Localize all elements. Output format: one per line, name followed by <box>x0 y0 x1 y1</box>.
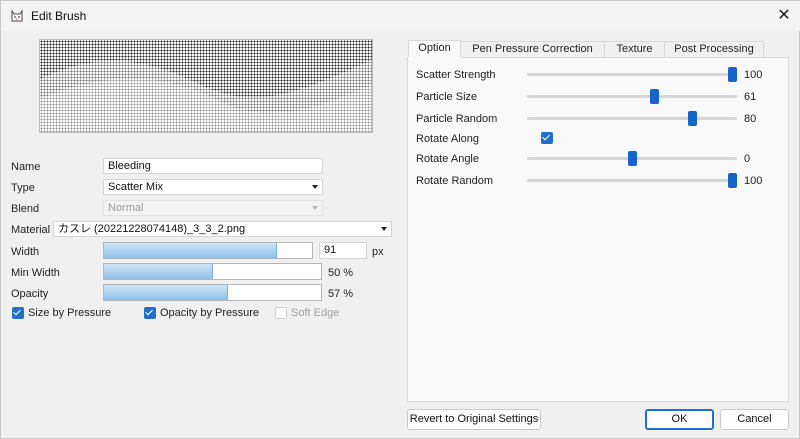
rotate-angle-value: 0 <box>744 153 751 165</box>
width-input[interactable]: 91 <box>319 242 367 259</box>
chevron-down-icon <box>381 227 387 231</box>
name-label: Name <box>11 161 41 173</box>
tab-joint <box>408 57 461 59</box>
material-label: Material <box>11 224 51 236</box>
tab-option[interactable]: Option <box>408 40 461 58</box>
chevron-down-icon <box>312 185 318 189</box>
size-by-pressure-label: Size by Pressure <box>28 307 112 319</box>
ok-button[interactable]: OK <box>645 409 714 430</box>
rotate-angle-label: Rotate Angle <box>416 153 479 165</box>
min-width-value: 50 % <box>328 267 354 279</box>
scatter-strength-track[interactable] <box>527 73 737 76</box>
particle-size-thumb[interactable] <box>649 89 659 104</box>
width-label: Width <box>11 246 40 258</box>
opacity-label: Opacity <box>11 288 49 300</box>
particle-size-value: 61 <box>744 91 757 103</box>
rotate-angle-thumb[interactable] <box>627 151 637 166</box>
type-select-value: Scatter Mix <box>108 181 164 193</box>
cat-icon <box>11 9 23 22</box>
width-unit: px <box>372 246 384 258</box>
rotate-random-thumb[interactable] <box>728 173 737 188</box>
edit-brush-dialog: Edit Brush ✕ Name Bleeding Type Scatter … <box>0 0 800 439</box>
scatter-strength-value: 100 <box>744 69 763 81</box>
particle-random-label: Particle Random <box>416 113 498 125</box>
opacity-value: 57 % <box>328 288 354 300</box>
width-bar[interactable] <box>103 242 313 259</box>
opacity-bar[interactable] <box>103 284 322 301</box>
rotate-along-label: Rotate Along <box>416 133 479 145</box>
particle-random-value: 80 <box>744 113 757 125</box>
blend-select: Normal <box>103 200 323 216</box>
tab-texture[interactable]: Texture <box>604 41 665 58</box>
particle-size-label: Particle Size <box>416 91 478 103</box>
type-select[interactable]: Scatter Mix <box>103 179 323 195</box>
title-bar[interactable]: Edit Brush ✕ <box>1 1 800 31</box>
window-title: Edit Brush <box>31 9 87 23</box>
rotate-random-label: Rotate Random <box>416 175 494 187</box>
scatter-strength-thumb[interactable] <box>728 67 737 82</box>
brush-stroke-preview <box>40 59 372 132</box>
particle-random-thumb[interactable] <box>687 111 697 126</box>
revert-to-original-button[interactable]: Revert to Original Settings <box>407 409 541 430</box>
particle-size-track[interactable] <box>527 95 737 98</box>
close-icon[interactable]: ✕ <box>775 7 793 25</box>
tab-pen-pressure-correction[interactable]: Pen Pressure Correction <box>460 41 605 58</box>
option-panel <box>407 57 789 402</box>
rotate-random-value: 100 <box>744 175 763 187</box>
scatter-strength-label: Scatter Strength <box>416 69 496 81</box>
opacity-by-pressure-checkbox[interactable] <box>144 307 156 319</box>
brush-preview <box>39 39 373 133</box>
soft-edge-checkbox <box>275 307 287 319</box>
width-bar-fill <box>104 243 277 258</box>
opacity-bar-fill <box>104 285 228 300</box>
material-select-value: カスレ (20221228074148)_3_3_2.png <box>58 223 246 235</box>
material-select[interactable]: カスレ (20221228074148)_3_3_2.png <box>53 221 392 237</box>
soft-edge-label: Soft Edge <box>291 307 340 319</box>
rotate-random-track[interactable] <box>527 179 737 182</box>
name-input[interactable]: Bleeding <box>103 158 323 174</box>
min-width-label: Min Width <box>11 267 60 279</box>
particle-random-track[interactable] <box>527 117 737 120</box>
min-width-bar[interactable] <box>103 263 322 280</box>
blend-label: Blend <box>11 203 40 215</box>
rotate-along-checkbox[interactable] <box>541 132 553 144</box>
type-label: Type <box>11 182 35 194</box>
chevron-down-icon <box>312 206 318 210</box>
cancel-button[interactable]: Cancel <box>720 409 789 430</box>
opacity-by-pressure-label: Opacity by Pressure <box>160 307 260 319</box>
min-width-bar-fill <box>104 264 213 279</box>
tab-post-processing[interactable]: Post Processing <box>664 41 764 58</box>
size-by-pressure-checkbox[interactable] <box>12 307 24 319</box>
blend-select-value: Normal <box>108 202 144 214</box>
